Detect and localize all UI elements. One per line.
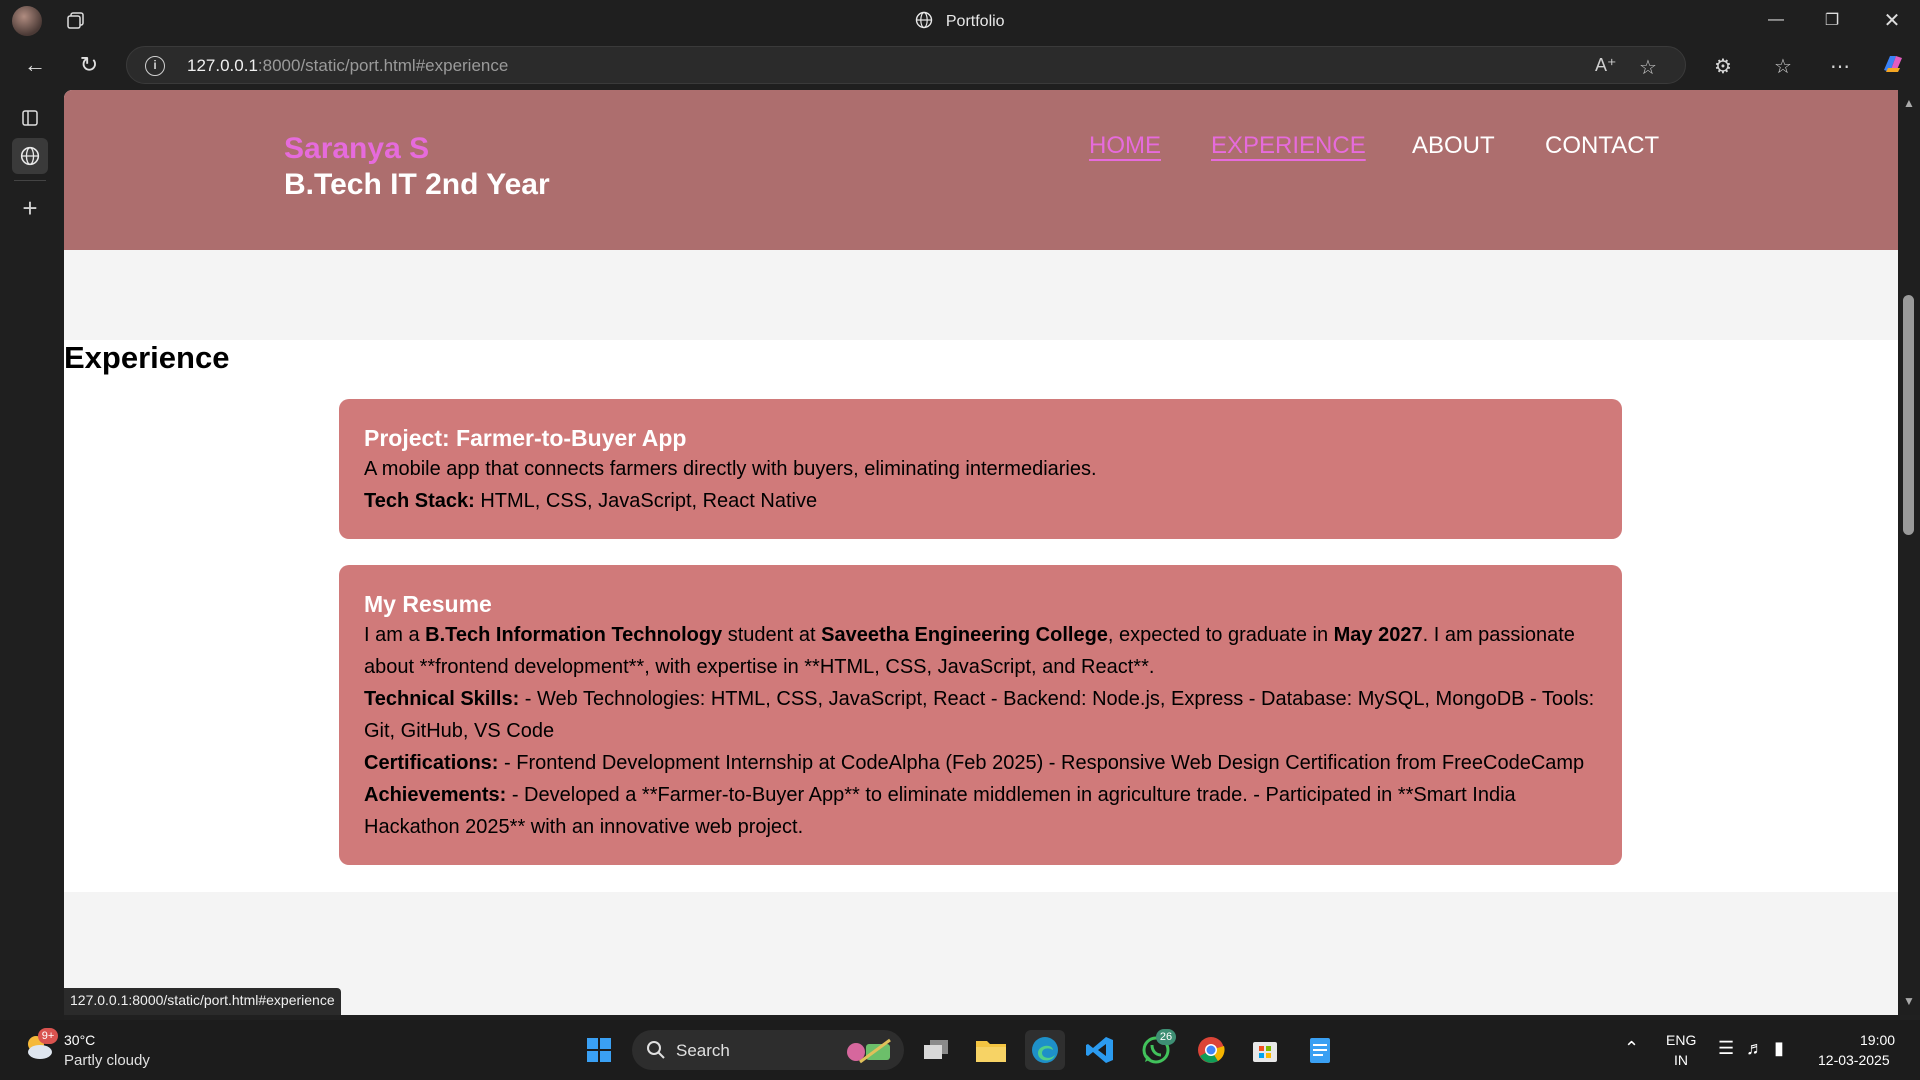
extensions-icon[interactable]: ⚙ xyxy=(1714,54,1732,79)
resume-intro: I am a B.Tech Information Technology stu… xyxy=(364,619,1598,683)
site-subtitle: B.Tech IT 2nd Year xyxy=(284,168,550,201)
battery-icon[interactable]: ▮ xyxy=(1774,1038,1784,1059)
tech-stack-value: HTML, CSS, JavaScript, React Native xyxy=(474,490,818,512)
vscode-icon xyxy=(1086,1037,1113,1063)
resume-skills: Technical Skills: - Web Technologies: HT… xyxy=(364,683,1598,747)
windows-taskbar: 9+ 30°C Partly cloudy Search 26 ⌃ ENG IN… xyxy=(0,1020,1920,1080)
show-hidden-icons-chevron-icon[interactable]: ⌃ xyxy=(1624,1038,1639,1059)
task-view-icon xyxy=(924,1040,948,1059)
clock-date[interactable]: 12-03-2025 xyxy=(1818,1052,1890,1068)
folder-icon xyxy=(976,1041,1006,1062)
edge-browser-button[interactable] xyxy=(1025,1030,1065,1070)
intro-text: student at xyxy=(722,624,822,646)
more-menu-icon[interactable]: ⋯ xyxy=(1830,54,1850,79)
achievements-label: Achievements: xyxy=(364,784,507,806)
file-explorer-button[interactable] xyxy=(971,1030,1011,1070)
scroll-down-arrow-icon[interactable]: ▼ xyxy=(1903,994,1915,1008)
resume-title: My Resume xyxy=(364,591,492,617)
site-owner-name: Saranya S xyxy=(284,132,430,165)
window-title: Portfolio xyxy=(0,11,1920,31)
weather-alert-badge: 9+ xyxy=(38,1028,58,1044)
scrollbar-thumb[interactable] xyxy=(1903,295,1914,535)
vscode-button[interactable] xyxy=(1080,1030,1120,1070)
intro-college: Saveetha Engineering College xyxy=(821,624,1108,646)
browser-sidebar: + xyxy=(0,90,64,1020)
store-bag-icon xyxy=(1253,1042,1277,1062)
read-aloud-icon[interactable]: A⁺ xyxy=(1595,55,1617,76)
copilot-icon[interactable] xyxy=(1878,50,1906,78)
refresh-button[interactable]: ↻ xyxy=(74,50,104,80)
vertical-tabs-icon[interactable] xyxy=(12,100,48,136)
microsoft-store-button[interactable] xyxy=(1245,1030,1285,1070)
url-host: 127.0.0.1 xyxy=(187,56,258,75)
url-path: :8000/static/port.html#experience xyxy=(257,56,509,75)
restore-button[interactable]: ❐ xyxy=(1804,0,1860,40)
link-status-tooltip: 127.0.0.1:8000/static/port.html#experien… xyxy=(64,988,341,1015)
intro-text: , expected to graduate in xyxy=(1107,624,1334,646)
window-title-bar: Portfolio — ❐ ✕ xyxy=(0,0,1920,40)
url-text[interactable]: 127.0.0.1:8000/static/port.html#experien… xyxy=(187,56,508,76)
clock-time[interactable]: 19:00 xyxy=(1860,1032,1895,1048)
search-label: Search xyxy=(676,1041,730,1060)
globe-icon xyxy=(20,146,40,166)
project-card: Project: Farmer-to-Buyer App A mobile ap… xyxy=(339,399,1622,539)
close-window-button[interactable]: ✕ xyxy=(1864,0,1920,40)
wifi-icon[interactable]: ☰ xyxy=(1718,1038,1734,1059)
project-tech-stack: Tech Stack: HTML, CSS, JavaScript, React… xyxy=(364,485,1598,517)
tech-stack-label: Tech Stack: xyxy=(364,490,475,512)
nav-contact-link[interactable]: CONTACT xyxy=(1545,132,1659,160)
chrome-icon xyxy=(1198,1037,1225,1063)
weather-temperature[interactable]: 30°C xyxy=(64,1032,95,1048)
resume-achievements: Achievements: - Developed a **Farmer-to-… xyxy=(364,779,1598,843)
address-row: ← ↻ i 127.0.0.1:8000/static/port.html#ex… xyxy=(0,40,1920,90)
window-title-text: Portfolio xyxy=(945,13,1005,30)
minimize-button[interactable]: — xyxy=(1748,0,1804,40)
sidebar-tab-portfolio[interactable] xyxy=(12,138,48,174)
volume-icon[interactable]: ♬ xyxy=(1746,1038,1764,1059)
site-header: Saranya S B.Tech IT 2nd Year HOME EXPERI… xyxy=(64,90,1898,250)
skills-label: Technical Skills: xyxy=(364,688,520,710)
sidebar-divider xyxy=(14,180,46,181)
notepad-icon xyxy=(1310,1038,1330,1063)
scroll-up-arrow-icon[interactable]: ▲ xyxy=(1903,96,1915,110)
search-icon xyxy=(647,1041,665,1059)
intro-degree: B.Tech Information Technology xyxy=(425,624,723,646)
nav-home-link[interactable]: HOME xyxy=(1089,132,1161,160)
certifications-value: - Frontend Development Internship at Cod… xyxy=(498,752,1585,774)
spacer-band xyxy=(64,250,1898,340)
chrome-button[interactable] xyxy=(1191,1030,1231,1070)
skills-value: - Web Technologies: HTML, CSS, JavaScrip… xyxy=(364,688,1595,742)
certifications-label: Certifications: xyxy=(364,752,499,774)
nav-experience-link[interactable]: EXPERIENCE xyxy=(1211,132,1366,160)
input-language[interactable]: ENG xyxy=(1666,1032,1696,1048)
achievements-value: - Developed a **Farmer-to-Buyer App** to… xyxy=(364,784,1516,838)
address-bar[interactable]: i 127.0.0.1:8000/static/port.html#experi… xyxy=(126,46,1686,84)
resume-certifications: Certifications: - Frontend Development I… xyxy=(364,747,1598,779)
favorite-star-icon[interactable]: ☆ xyxy=(1639,55,1657,80)
input-region[interactable]: IN xyxy=(1674,1052,1688,1068)
site-info-icon[interactable]: i xyxy=(145,56,165,76)
globe-icon xyxy=(916,11,933,29)
intro-text: I am a xyxy=(364,624,426,646)
edge-browser-icon xyxy=(1032,1037,1058,1063)
taskbar-search-box[interactable]: Search xyxy=(632,1030,904,1070)
whatsapp-unread-badge: 26 xyxy=(1156,1029,1176,1045)
experience-heading: Experience xyxy=(64,340,230,375)
resume-card: My Resume I am a B.Tech Information Tech… xyxy=(339,565,1622,865)
search-highlight-icon xyxy=(847,1038,891,1064)
project-title: Project: Farmer-to-Buyer App xyxy=(364,425,687,451)
favorites-icon[interactable]: ☆ xyxy=(1774,54,1792,79)
start-button[interactable] xyxy=(579,1030,619,1070)
page-viewport: Saranya S B.Tech IT 2nd Year HOME EXPERI… xyxy=(64,90,1898,1015)
task-view-button[interactable] xyxy=(916,1030,956,1070)
back-button[interactable]: ← xyxy=(20,50,50,80)
nav-about-link[interactable]: ABOUT xyxy=(1412,132,1495,160)
page-scrollbar[interactable]: ▲ ▼ xyxy=(1898,90,1920,1015)
weather-description[interactable]: Partly cloudy xyxy=(64,1052,150,1069)
intro-graduation: May 2027 xyxy=(1333,624,1423,646)
windows-logo-icon xyxy=(587,1038,611,1062)
notepad-button[interactable] xyxy=(1300,1030,1340,1070)
project-description: A mobile app that connects farmers direc… xyxy=(364,458,1097,480)
new-tab-plus-icon[interactable]: + xyxy=(12,190,48,226)
